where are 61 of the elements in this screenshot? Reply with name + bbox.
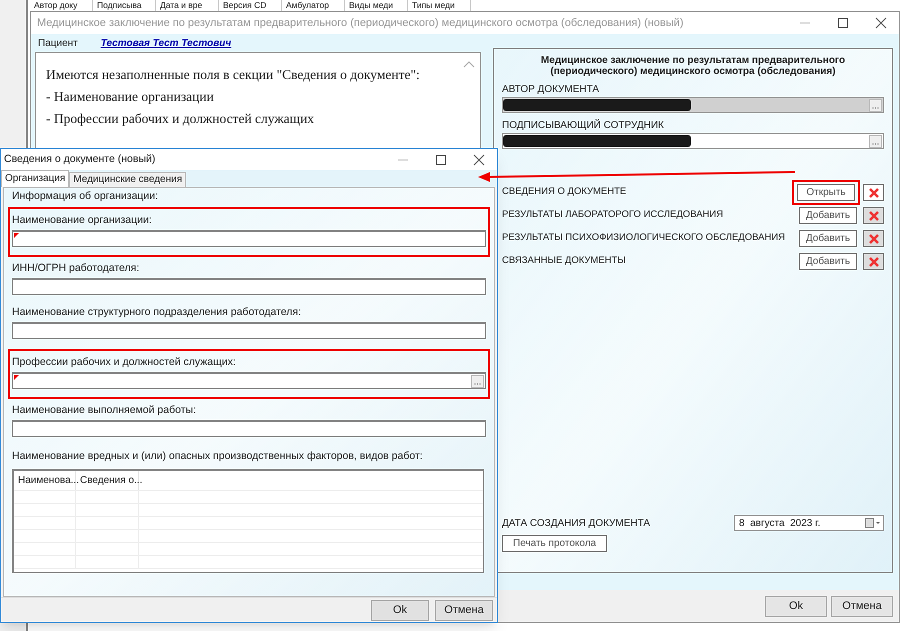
window-title: Медицинское заключение по результатам предварительного (периодического) медицинского осмотра (обследования) (новый): [36, 16, 684, 31]
dialog-button[interactable]: Отмена: [831, 596, 893, 616]
panel-heading: Медицинское заключение по результатам предварительного (периодического) медицинского осмотра (обследования): [540, 55, 846, 77]
date-field[interactable]: 8 августа 2023 г.: [734, 515, 884, 531]
input-field[interactable]: [12, 278, 486, 295]
field-label: Наименование организации:: [12, 213, 153, 227]
close-button[interactable]: [473, 154, 485, 166]
patient-label: Пациент: [38, 36, 78, 50]
cross-icon: [868, 256, 880, 268]
group-label: Информация об организации:: [11, 189, 160, 203]
message-line: - Профессии рабочих и должностей служащих: [46, 110, 316, 128]
cross-icon: [868, 186, 880, 198]
field-label: Наименование структурного подразделения работодателя:: [12, 305, 302, 319]
message-line: Имеются незаполненные поля в секции "Сведения о документе":: [46, 66, 421, 84]
delete-button[interactable]: [863, 230, 884, 247]
dialog-button[interactable]: Отмена: [435, 600, 493, 620]
close-icon: [875, 17, 887, 29]
maximize-button[interactable]: [435, 154, 447, 166]
field-label: АВТОР ДОКУМЕНТА: [502, 83, 600, 97]
field-label: Наименование выполняемой работы:: [12, 403, 197, 417]
picker-field[interactable]: [502, 133, 884, 149]
field-label: Профессии рабочих и должностей служащих:: [12, 355, 237, 369]
message-line: - Наименование организации: [46, 88, 215, 106]
input-field[interactable]: [12, 230, 486, 247]
close-icon: [473, 154, 485, 166]
section-button[interactable]: Добавить: [799, 207, 857, 224]
cross-icon: [868, 232, 880, 244]
section-label: РЕЗУЛЬТАТЫ ЛАБОРАТОРОГО ИССЛЕДОВАНИЯ: [502, 208, 724, 222]
delete-button[interactable]: [863, 207, 884, 224]
picker-field[interactable]: [12, 372, 486, 389]
table-label: Наименование вредных и (или) опасных производственных факторов, видов работ:: [11, 449, 424, 463]
section-button[interactable]: Добавить: [799, 253, 857, 270]
input-field[interactable]: [12, 420, 486, 437]
window-title: Сведения о документе (новый): [3, 152, 156, 167]
maximize-button[interactable]: [837, 17, 849, 29]
close-button[interactable]: [875, 17, 887, 29]
column-header: Наименова...: [14, 471, 76, 490]
input-field[interactable]: [12, 322, 486, 339]
ellipsis-button[interactable]: [471, 374, 484, 388]
tab[interactable]: Организация: [1, 170, 70, 187]
patient-link[interactable]: Тестовая Тест Тестович: [100, 36, 232, 50]
scroll-up-icon: [463, 61, 475, 69]
section-label: СВЯЗАННЫЕ ДОКУМЕНТЫ: [502, 254, 627, 268]
calendar-icon: [865, 517, 881, 529]
section-button[interactable]: Добавить: [799, 230, 857, 247]
maximize-icon: [435, 154, 447, 166]
cross-icon: [868, 210, 880, 222]
dialog-button[interactable]: Ok: [765, 596, 827, 616]
section-label: РЕЗУЛЬТАТЫ ПСИХОФИЗИОЛОГИЧЕСКОГО ОБСЛЕДОВАНИЯ: [502, 231, 786, 246]
field-label: ПОДПИСЫВАЮЩИЙ СОТРУДНИК: [502, 119, 665, 133]
field-label: ИНН/ОГРН работодателя:: [12, 261, 140, 275]
tab[interactable]: Медицинские сведения: [69, 172, 186, 187]
section-label: СВЕДЕНИЯ О ДОКУМЕНТЕ: [502, 185, 628, 200]
date-label: ДАТА СОЗДАНИЯ ДОКУМЕНТА: [502, 516, 650, 530]
maximize-icon: [837, 17, 849, 29]
delete-button[interactable]: [863, 184, 884, 201]
dialog-button[interactable]: Ok: [371, 600, 429, 620]
section-button[interactable]: Открыть: [797, 184, 855, 201]
print-button[interactable]: Печать протокола: [502, 535, 608, 552]
ellipsis-button[interactable]: [869, 134, 882, 148]
delete-button[interactable]: [863, 253, 884, 270]
